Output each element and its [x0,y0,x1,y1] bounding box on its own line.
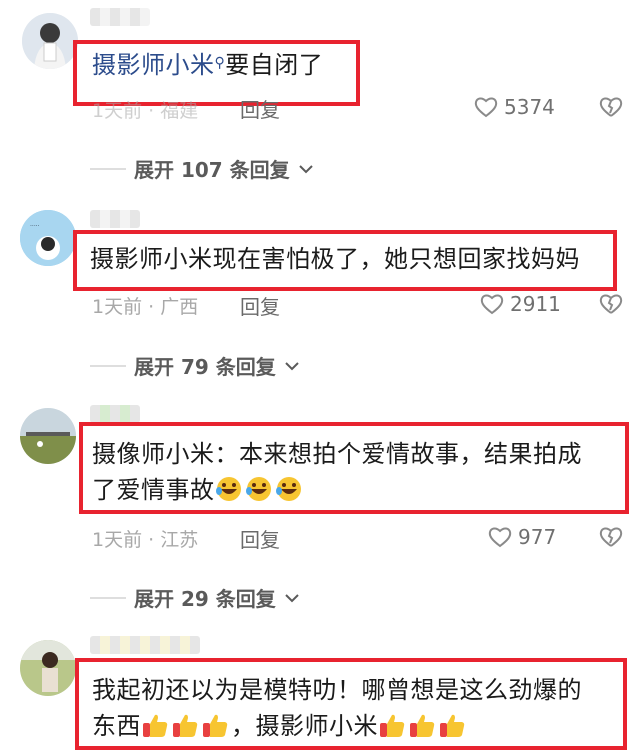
expand-replies-label: 展开 107 条回复 [134,158,290,182]
thumbs-up-emoji [173,714,198,737]
comment-text: 摄影师小米⚲要自闭了 [92,51,324,79]
expand-replies-label: 展开 29 条回复 [134,587,276,611]
avatar[interactable] [22,13,78,69]
like-count: 977 [518,525,557,549]
like-button[interactable]: 2911 [480,292,561,316]
username[interactable] [90,8,150,26]
thumbs-up-emoji [440,714,465,737]
like-count: 5374 [504,95,555,119]
username[interactable] [90,636,200,654]
comment-text: 我起初还以为是模特叻！哪曾想是这么劲爆的 东西 ，摄影师小米 [92,672,582,744]
divider [90,596,126,599]
rofl-emoji [215,477,241,501]
expand-replies[interactable]: 展开 79 条回复 [90,351,300,380]
avatar[interactable] [20,408,76,464]
comment-meta: 1天前 · 江苏 [92,529,199,551]
reply-button[interactable]: 回复 [240,94,280,123]
mention-link[interactable]: 摄影师小米⚲ [92,51,225,79]
broken-heart-icon [599,294,623,314]
thumbs-up-emoji [143,714,168,737]
heart-icon [480,294,504,315]
reply-button[interactable]: 回复 [240,524,280,553]
heart-icon [474,97,498,118]
search-icon: ⚲ [214,55,226,71]
comment-text: 摄影师小米现在害怕极了，她只想回家找妈妈 [90,245,580,273]
thumbs-up-emoji [380,714,405,737]
expand-replies-label: 展开 79 条回复 [134,355,276,379]
dislike-button[interactable] [598,96,624,122]
rofl-emoji [275,477,301,501]
comment-line: 了爱情事故 [92,472,582,508]
like-button[interactable]: 977 [488,525,556,549]
like-count: 2911 [510,292,561,316]
expand-replies[interactable]: 展开 107 条回复 [90,154,314,183]
divider [90,167,126,170]
thumbs-up-emoji [203,714,228,737]
reply-button[interactable]: 回复 [240,291,280,320]
comment-line-text: 东西 [92,712,141,740]
chevron-down-icon [285,593,299,602]
broken-heart-icon [599,97,623,117]
comment-text: 摄像师小米：本来想拍个爱情故事，结果拍成 了爱情事故 [92,436,582,508]
username[interactable] [90,210,140,228]
rofl-emoji [245,477,271,501]
heart-icon [488,527,512,548]
chevron-down-icon [285,361,299,370]
svg-text:·····: ····· [30,223,40,230]
dislike-button[interactable] [598,526,624,552]
username[interactable] [90,405,140,423]
thumbs-up-emoji [410,714,435,737]
expand-replies[interactable]: 展开 29 条回复 [90,583,300,612]
chevron-down-icon [298,164,313,173]
comment-line: 摄像师小米：本来想拍个爱情故事，结果拍成 [92,440,582,468]
avatar[interactable]: ····· [20,210,76,266]
comment-line-text: 了爱情事故 [92,476,215,504]
comment-line: 东西 ，摄影师小米 [92,708,582,744]
comment-line: 我起初还以为是模特叻！哪曾想是这么劲爆的 [92,676,582,704]
broken-heart-icon [599,527,623,547]
comment-meta: 1天前 · 广西 [92,296,199,318]
comment-line-text: ，摄影师小米 [231,712,378,740]
divider [90,364,126,367]
comment-meta: 1天前 · 福建 [92,100,199,122]
dislike-button[interactable] [598,293,624,319]
avatar[interactable] [20,640,76,696]
like-button[interactable]: 5374 [474,95,555,119]
